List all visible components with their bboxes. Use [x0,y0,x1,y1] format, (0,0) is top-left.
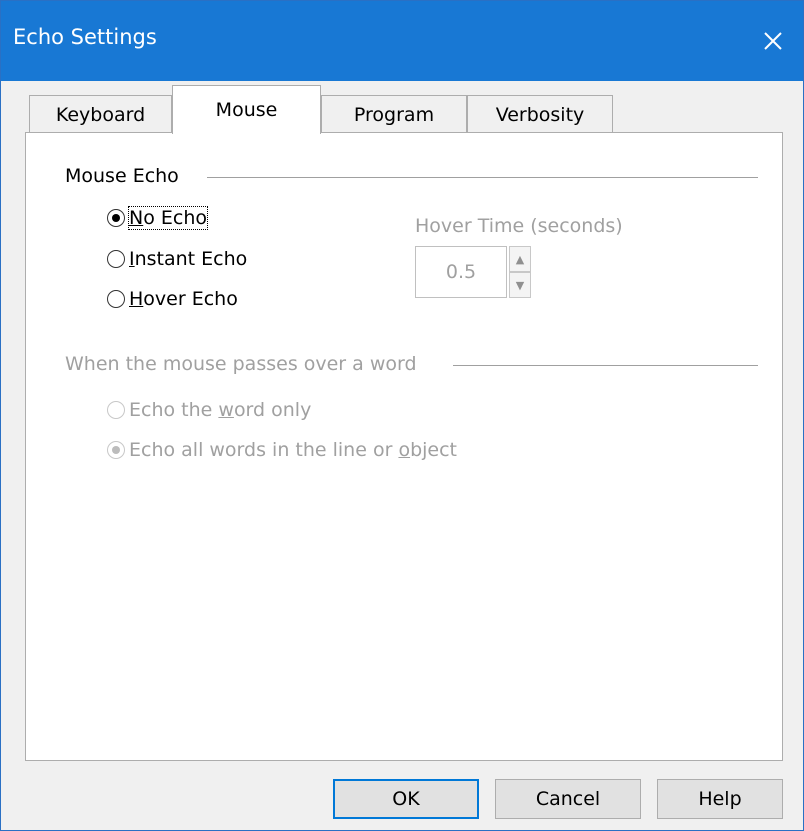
tab-label: Mouse [215,99,278,121]
spin-down-button[interactable]: ▼ [509,272,531,298]
ok-button[interactable]: OK [333,779,479,819]
radio-label: Hover Echo [129,288,238,310]
help-label: Help [698,788,742,810]
hover-time-label: Hover Time (seconds) [415,215,623,237]
tab-label: Keyboard [55,103,146,126]
radio-label: Instant Echo [129,248,248,270]
group-divider [453,365,758,366]
radio-hover-echo[interactable]: Hover Echo [107,288,238,310]
arrow-down-icon: ▼ [515,278,525,292]
radio-indicator [107,290,125,308]
tab-verbosity[interactable]: Verbosity [467,95,613,133]
group-divider [207,177,758,178]
radio-instant-echo[interactable]: Instant Echo [107,248,247,270]
title-bar: Echo Settings [1,1,803,81]
tab-program[interactable]: Program [321,95,467,133]
close-button[interactable] [743,1,803,81]
tab-label: Program [353,103,435,126]
window-title: Echo Settings [13,25,157,49]
radio-indicator [107,209,125,227]
radio-no-echo[interactable]: No Echo [107,206,209,230]
mouse-echo-group-label: Mouse Echo [65,165,189,187]
radio-indicator [107,401,125,419]
tab-mouse[interactable]: Mouse [172,85,321,134]
tab-keyboard[interactable]: Keyboard [29,95,172,133]
spin-up-button[interactable]: ▲ [509,246,531,272]
help-button[interactable]: Help [657,779,783,819]
hover-time-value: 0.5 [445,261,477,283]
radio-indicator [107,441,125,459]
radio-label: Echo all words in the line or object [129,439,457,461]
hover-time-input[interactable]: 0.5 [415,246,507,298]
cancel-button[interactable]: Cancel [495,779,641,819]
radio-label: Echo the word only [129,399,312,421]
ok-label: OK [392,788,420,810]
tab-label: Verbosity [495,103,585,126]
close-icon [764,32,782,50]
radio-echo-word-only[interactable]: Echo the word only [107,399,311,421]
echo-settings-dialog: Echo Settings Keyboard Mouse Program Ver… [0,0,804,831]
arrow-up-icon: ▲ [515,252,525,266]
word-group-label: When the mouse passes over a word [65,353,427,375]
radio-indicator [107,250,125,268]
cancel-label: Cancel [535,788,601,810]
radio-label: No Echo [127,206,209,230]
radio-echo-all-words[interactable]: Echo all words in the line or object [107,439,457,461]
